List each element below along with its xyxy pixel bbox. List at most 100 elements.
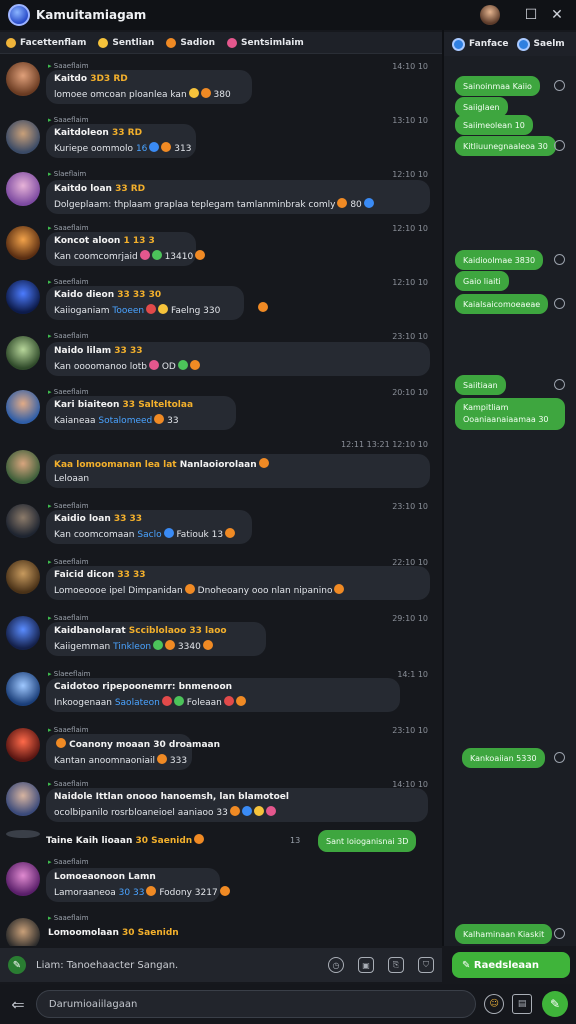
reply-bubble[interactable]: Sainoinmaa Kaiio [455, 76, 540, 96]
message-author: Saaeflaim [48, 116, 89, 124]
emoji-icon [146, 886, 157, 896]
avatar[interactable] [6, 62, 40, 96]
message: Saeeflaim Kaidio loan 33 33 Kan coomcoma… [0, 502, 442, 550]
avatar[interactable] [6, 450, 40, 484]
message-bubble: Koncot aloon 1 13 3 Kan coomcomrjaid 134… [46, 232, 206, 266]
reply-bubble[interactable]: Kitliuunegnaaleoa 30 [455, 136, 556, 156]
back-arrow-icon[interactable]: ⇐ [8, 994, 28, 1014]
message: Saaeflaim Coanony moaan 30 droamaan Kant… [0, 726, 442, 774]
message-author: Saaeflaim [48, 858, 89, 866]
avatar[interactable] [6, 336, 40, 370]
emoji-icon [188, 88, 199, 98]
avatar[interactable] [6, 390, 40, 424]
reply-bubble[interactable]: Saiitiaan [455, 375, 506, 395]
emoji-icon [56, 738, 66, 748]
emoji-icon [235, 696, 246, 706]
right-tab[interactable]: Saelm [516, 37, 565, 51]
channel-tab[interactable]: Sentlian [98, 37, 154, 48]
reply-bubble[interactable]: Kampitliam Ooaniaanaiaamaa 30 [455, 398, 565, 430]
message-author: Saaeflaim [48, 614, 89, 622]
message: Saaeflaim Kaitdoleon 33 RD Kuriepe oommo… [0, 116, 442, 164]
avatar[interactable] [6, 226, 40, 260]
emoji-icon [225, 528, 236, 538]
message-bubble: Faicid dicon 33 33 Lomoeoooe ipel Dimpan… [46, 566, 430, 600]
send-button[interactable]: ✎ Raedsleaan [452, 952, 570, 978]
composer-input[interactable]: Liam: Tanoehaacter Sangan. [36, 960, 314, 971]
avatar[interactable] [6, 616, 40, 650]
avatar[interactable] [6, 918, 40, 946]
message: Saeeflaim Kaido dieon 33 33 30 Kaiiogani… [0, 278, 442, 326]
emoji-icon [200, 88, 211, 98]
timestamp: 23:10 10 [392, 502, 428, 511]
right-tab[interactable]: Fanface [452, 37, 509, 51]
emoji-icon [161, 696, 172, 706]
emoji-picker-icon[interactable]: ☺ [484, 994, 505, 1014]
message-bubble: Kaitdo 3D3 RD lomoee omcoan ploanlea kan… [46, 70, 252, 104]
message-author: Saaeflaim [48, 780, 89, 788]
user-avatar[interactable] [480, 5, 500, 25]
attach-icon[interactable]: ⎘ [388, 957, 404, 973]
message-bubble: Kaidio loan 33 33 Kan coomcomaan Saclo F… [46, 510, 252, 544]
inline-reply-bubble[interactable]: Sant loioganisnai 3D [318, 830, 417, 852]
reply-bubble[interactable]: Kaialsaicomoeaeae [455, 294, 549, 314]
message-author: Saeeflaim [48, 388, 89, 396]
timestamp: 14:10 10 [392, 780, 428, 789]
channel-bar: Facettenflam Sentlian Sadion Sentsimlaim [0, 32, 442, 54]
avatar[interactable] [6, 830, 40, 838]
avatar[interactable] [6, 862, 40, 896]
message-author: Saaeflaim [48, 914, 89, 922]
message: Slaeflaim Kaitdo loan 33 RD Dolgeplaam: … [0, 170, 442, 218]
avatar[interactable] [6, 560, 40, 594]
emoji-icon [194, 834, 205, 844]
avatar[interactable] [6, 672, 40, 706]
image-icon[interactable]: ▣ [358, 957, 374, 973]
emoji-icon [241, 806, 252, 816]
reply-bubble[interactable]: Saiimeolean 10 [455, 115, 533, 135]
channel-tab[interactable]: Sadion [166, 37, 215, 48]
reply-bubble[interactable]: Saiiglaen [455, 97, 508, 117]
reply-indicator-icon [554, 928, 565, 939]
title-bar: Kamuitamiagam ☐ ✕ [0, 0, 576, 30]
message: 12:11 13:21 12:10 10 Kaa lomoomanan lea … [0, 440, 442, 496]
right-tab-bar: Fanface Saelm [444, 32, 576, 56]
maximize-icon[interactable]: ☐ [520, 4, 542, 26]
message-bubble: Kaitdoleon 33 RD Kuriepe oommolo 16 313 [46, 124, 196, 158]
avatar[interactable] [6, 782, 40, 816]
reply-bubble[interactable]: Gaio liaiti [455, 271, 509, 291]
emoji-icon [195, 250, 206, 260]
search-input[interactable]: Darumioaiilagaan [35, 990, 477, 1018]
message: Saaeflaim Koncot aloon 1 13 3 Kan coomco… [0, 224, 442, 272]
channel-emoji-icon [98, 37, 109, 48]
counter-badge: 13 [290, 836, 301, 845]
avatar[interactable] [6, 172, 40, 206]
reply-bubble[interactable]: Kankoaiian 5330 [462, 748, 545, 768]
send-icon[interactable]: ✎ [542, 991, 568, 1017]
pencil-icon[interactable]: ✎ [8, 956, 26, 974]
channel-tab[interactable]: Sentsimlaim [227, 37, 304, 48]
message: Saaeflaim Naidole Ittlan onooo hanoemsh,… [0, 780, 442, 830]
shield-icon[interactable]: ⛉ [418, 957, 434, 973]
message-bubble: Naido lilam 33 33 Kan oooomanoo lotb OD [46, 342, 430, 376]
emoji-icon [258, 302, 268, 312]
emoji-icon [146, 304, 157, 314]
reply-bubble[interactable]: Kaidioolmae 3830 [455, 250, 544, 270]
avatar[interactable] [6, 120, 40, 154]
avatar[interactable] [6, 728, 40, 762]
channel-tab[interactable]: Facettenflam [6, 37, 86, 48]
globe-icon [452, 37, 465, 51]
reply-indicator-icon [554, 140, 565, 151]
timestamp: 12:11 13:21 12:10 10 [341, 440, 428, 449]
reply-bubble[interactable]: Kalhaminaan Kiaskit [455, 924, 553, 944]
message: Saaeflaim Kaitdo 3D3 RD lomoee omcoan pl… [0, 60, 442, 108]
reply-indicator-icon [554, 80, 565, 91]
clock-icon[interactable]: ◷ [328, 957, 344, 973]
chat-feed[interactable]: Saaeflaim Kaitdo 3D3 RD lomoee omcoan pl… [0, 58, 442, 946]
avatar[interactable] [6, 280, 40, 314]
grid-icon[interactable]: ▤ [512, 994, 533, 1014]
emoji-icon [158, 304, 169, 314]
reply-indicator-icon [554, 298, 565, 309]
emoji-icon [223, 696, 234, 706]
message: Taine Kaih lioaan 30 Saenidn 13 Sant loi… [0, 830, 442, 858]
close-icon[interactable]: ✕ [546, 4, 568, 26]
avatar[interactable] [6, 504, 40, 538]
